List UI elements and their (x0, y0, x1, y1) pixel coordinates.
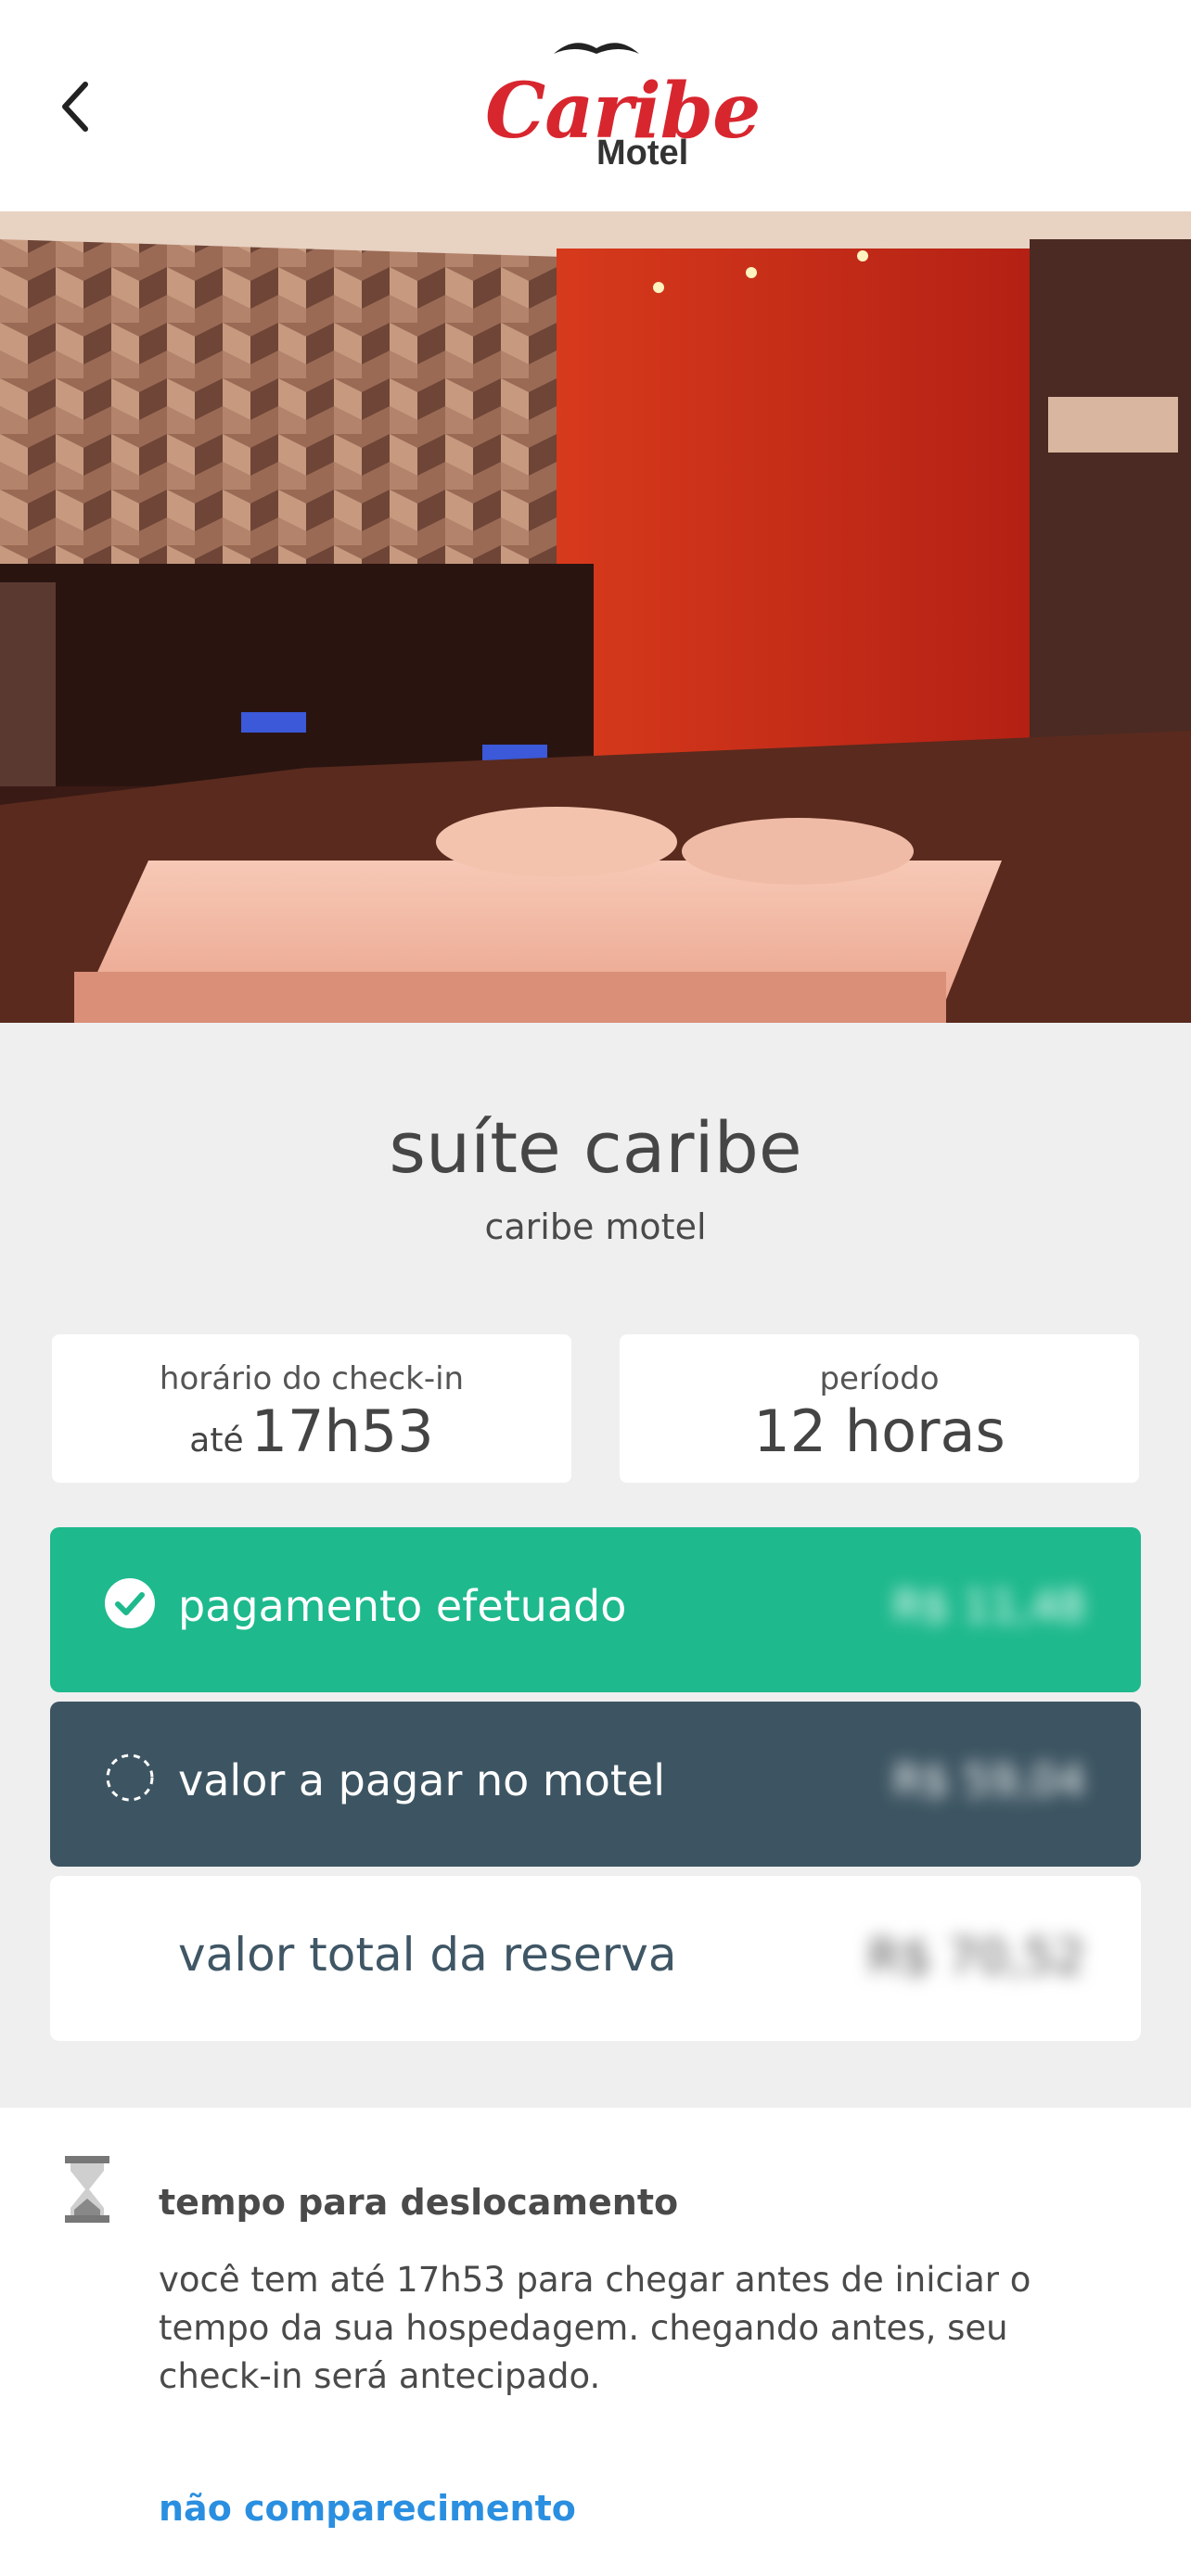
travel-text: você tem até 17h53 para chegar antes de … (159, 2260, 1031, 2396)
payment-due-row: valor a pagar no motel R$ 59,04 (50, 1702, 1141, 1867)
bird-icon (554, 43, 639, 54)
chevron-left-icon (62, 82, 88, 132)
total-value: R$ 70,52 (867, 1930, 1085, 1985)
app-header: Caribe Motel (0, 0, 1191, 211)
checkin-value: até 17h53 (52, 1397, 571, 1465)
checkin-prefix: até (189, 1422, 244, 1460)
checkin-card: horário do check-in até 17h53 (52, 1334, 571, 1483)
payment-paid-row: pagamento efetuado R$ 11,48 (50, 1527, 1141, 1692)
period-value: 12 horas (753, 1397, 1005, 1465)
caribe-motel-logo: Caribe Motel (478, 33, 761, 182)
payment-paid-value: R$ 11,48 (892, 1581, 1085, 1631)
no-show-link[interactable]: não comparecimento (159, 2488, 576, 2529)
period-label: período (819, 1360, 940, 1397)
payment-due-label: valor a pagar no motel (178, 1755, 665, 1805)
logo-sub-text: Motel (596, 134, 689, 172)
total-row: valor total da reserva R$ 70,52 (50, 1876, 1141, 2041)
total-label: valor total da reserva (178, 1928, 677, 1982)
checkin-label: horário do check-in (159, 1360, 465, 1397)
period-card: período 12 horas (620, 1334, 1139, 1483)
payment-paid-label: pagamento efetuado (178, 1581, 627, 1631)
suite-photo (0, 211, 1191, 1023)
motel-name: caribe motel (484, 1206, 707, 1247)
checkin-time: 17h53 (250, 1397, 434, 1465)
hourglass-icon (65, 2156, 109, 2223)
reservation-info: suíte caribe caribe motel horário do che… (0, 1023, 1191, 2108)
back-button[interactable] (46, 70, 106, 144)
travel-title: tempo para deslocamento (159, 2182, 679, 2223)
payment-due-value: R$ 59,04 (892, 1755, 1085, 1805)
check-circle-icon (105, 1578, 155, 1628)
suite-title: suíte caribe (389, 1106, 802, 1189)
travel-section: tempo para deslocamento você tem até 17h… (0, 2108, 1191, 2576)
dashed-circle-icon (106, 1753, 154, 1802)
